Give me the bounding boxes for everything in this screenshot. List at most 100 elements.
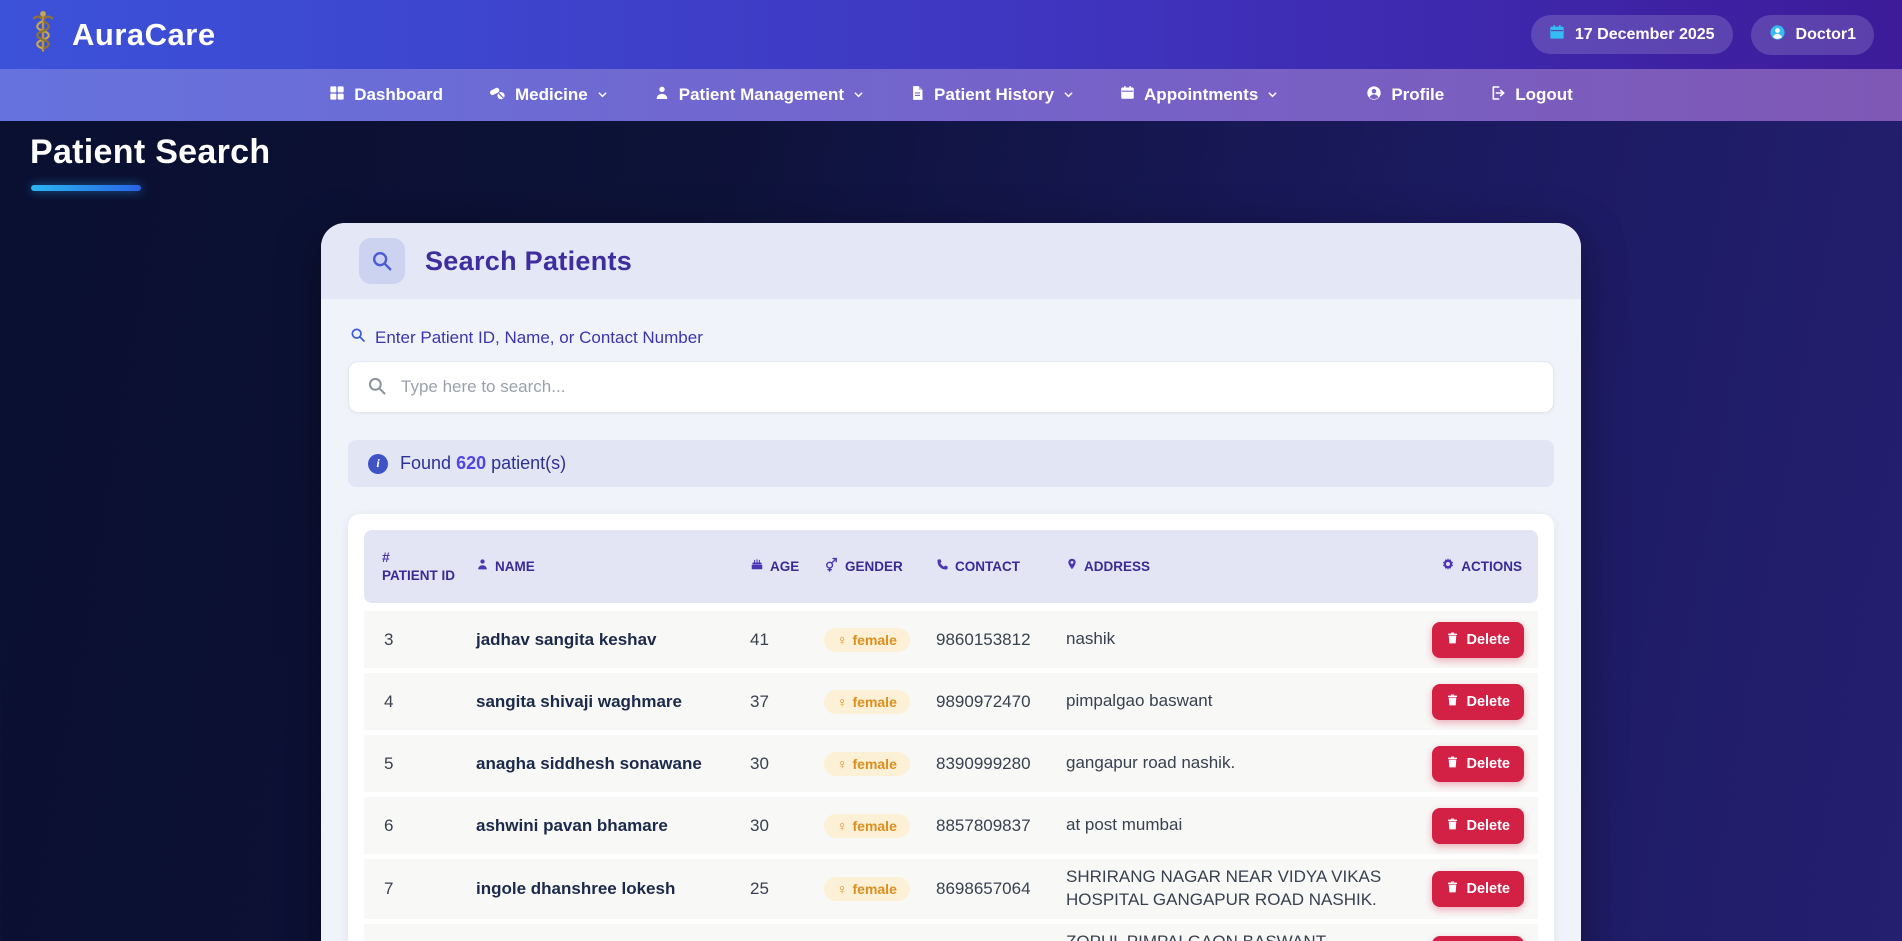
cell-patient-id: 5 xyxy=(364,754,464,774)
trash-icon xyxy=(1446,817,1459,835)
trash-icon xyxy=(1446,693,1459,711)
gender-badge: ♀ female xyxy=(824,690,910,714)
table-row: 3 jadhav sangita keshav 41 ♀ female 9860… xyxy=(364,611,1538,673)
nav-item-patient-management[interactable]: Patient Management xyxy=(654,85,864,106)
nav-item-medicine[interactable]: Medicine xyxy=(489,84,608,106)
document-icon xyxy=(910,85,925,106)
nav-label: Medicine xyxy=(515,85,588,105)
gender-badge: ♀ female xyxy=(824,752,910,776)
search-icon-box xyxy=(359,238,405,284)
nav-item-profile[interactable]: Profile xyxy=(1366,85,1444,106)
cell-patient-id: 6 xyxy=(364,816,464,836)
cell-name: ingole dhanshree lokesh xyxy=(476,879,738,899)
hash-icon: # xyxy=(382,548,390,566)
cell-contact: 9890972470 xyxy=(936,692,1054,712)
title-underline xyxy=(31,185,141,191)
cell-address: nashik xyxy=(1066,628,1400,651)
cell-actions: Delete xyxy=(1412,871,1538,907)
delete-button[interactable]: Delete xyxy=(1432,746,1524,782)
dashboard-grid-icon xyxy=(329,85,345,106)
nav-label: Profile xyxy=(1391,85,1444,105)
venus-icon: ♀ xyxy=(837,756,848,772)
cell-age: 25 xyxy=(750,879,812,899)
trash-icon xyxy=(1446,631,1459,649)
cell-patient-id: 4 xyxy=(364,692,464,712)
cell-actions: Delete xyxy=(1412,684,1538,720)
delete-button[interactable]: Delete xyxy=(1432,871,1524,907)
delete-button[interactable]: Delete xyxy=(1432,684,1524,720)
card-header: Search Patients xyxy=(321,223,1581,299)
search-input[interactable] xyxy=(348,361,1554,413)
calendar-icon xyxy=(1120,85,1135,105)
page-title: Patient Search xyxy=(30,133,1902,172)
cell-patient-id: 7 xyxy=(364,879,464,899)
calendar-icon xyxy=(1549,24,1565,45)
cell-contact: 8857809837 xyxy=(936,816,1054,836)
venus-mars-icon xyxy=(824,557,839,577)
nav-item-logout[interactable]: Logout xyxy=(1490,85,1573,106)
cell-actions: Delete xyxy=(1412,622,1538,658)
user-badge[interactable]: Doctor1 xyxy=(1751,15,1874,55)
search-icon xyxy=(367,376,387,401)
venus-icon: ♀ xyxy=(837,694,848,710)
delete-button[interactable]: Delete xyxy=(1432,808,1524,844)
gender-badge: ♀ female xyxy=(824,628,910,652)
chevron-down-icon xyxy=(1063,85,1074,105)
nav-label: Logout xyxy=(1515,85,1573,105)
search-label-text: Enter Patient ID, Name, or Contact Numbe… xyxy=(375,328,703,348)
cell-patient-id: 3 xyxy=(364,630,464,650)
user-circle-icon xyxy=(1366,85,1382,106)
brand-name: AuraCare xyxy=(72,17,216,53)
cell-actions: Delete xyxy=(1412,746,1538,782)
column-header-gender: Gender xyxy=(824,557,924,577)
trash-icon xyxy=(1446,755,1459,773)
cell-contact: 8390999280 xyxy=(936,754,1054,774)
map-marker-icon xyxy=(1066,557,1078,576)
date-badge: 17 December 2025 xyxy=(1531,15,1733,54)
nav-item-dashboard[interactable]: Dashboard xyxy=(329,85,443,106)
chevron-down-icon xyxy=(853,85,864,105)
cell-contact: 9860153812 xyxy=(936,630,1054,650)
column-header-name: Name xyxy=(476,558,738,576)
venus-icon: ♀ xyxy=(837,632,848,648)
cell-age: 37 xyxy=(750,692,812,712)
column-header-address: Address xyxy=(1066,557,1400,576)
nav-item-appointments[interactable]: Appointments xyxy=(1120,85,1278,105)
table-header-row: # Patient ID Name xyxy=(364,530,1538,603)
venus-icon: ♀ xyxy=(837,881,848,897)
cell-name: sangita shivaji waghmare xyxy=(476,692,738,712)
cell-age: 30 xyxy=(750,816,812,836)
results-text: Found 620 patient(s) xyxy=(400,453,566,474)
nav-item-patient-history[interactable]: Patient History xyxy=(910,85,1074,106)
table-row: 5 anagha siddhesh sonawane 30 ♀ female 8… xyxy=(364,735,1538,797)
cell-name: anagha siddhesh sonawane xyxy=(476,754,738,774)
results-count: 620 xyxy=(456,453,486,473)
nav-label: Patient History xyxy=(934,85,1054,105)
trash-icon xyxy=(1446,880,1459,898)
table-row: 6 ashwini pavan bhamare 30 ♀ female 8857… xyxy=(364,797,1538,859)
caduceus-logo-icon xyxy=(28,10,58,59)
search-input-wrap xyxy=(348,361,1554,413)
cell-address: ZOPUL PIMPALGAON BASWANT NASHIK. xyxy=(1066,931,1400,941)
table-row: 8 ugale tanuja uttam 18 ♀ female 9767639… xyxy=(364,924,1538,941)
cell-age: 30 xyxy=(750,754,812,774)
search-label: Enter Patient ID, Name, or Contact Numbe… xyxy=(350,327,1554,348)
delete-button[interactable]: Delete xyxy=(1432,936,1524,941)
nav-label: Dashboard xyxy=(354,85,443,105)
cell-actions: Delete xyxy=(1412,808,1538,844)
table-row: 7 ingole dhanshree lokesh 25 ♀ female 86… xyxy=(364,859,1538,924)
delete-button[interactable]: Delete xyxy=(1432,622,1524,658)
card-body: Enter Patient ID, Name, or Contact Numbe… xyxy=(321,299,1581,941)
topbar-badges: 17 December 2025 Doctor1 xyxy=(1531,15,1874,55)
cell-actions: Delete xyxy=(1412,936,1538,941)
cell-name: jadhav sangita keshav xyxy=(476,630,738,650)
results-info-bar: i Found 620 patient(s) xyxy=(348,440,1554,487)
table-row: 4 sangita shivaji waghmare 37 ♀ female 9… xyxy=(364,673,1538,735)
card-title: Search Patients xyxy=(425,246,632,277)
cell-address: pimpalgao baswant xyxy=(1066,690,1400,713)
cell-address: SHRIRANG NAGAR NEAR VIDYA VIKAS HOSPITAL… xyxy=(1066,866,1400,912)
phone-icon xyxy=(936,558,949,576)
column-header-age: Age xyxy=(750,557,812,576)
search-patients-card: Search Patients Enter Patient ID, Name, … xyxy=(321,223,1581,941)
topbar: AuraCare 17 December 2025 xyxy=(0,0,1902,69)
